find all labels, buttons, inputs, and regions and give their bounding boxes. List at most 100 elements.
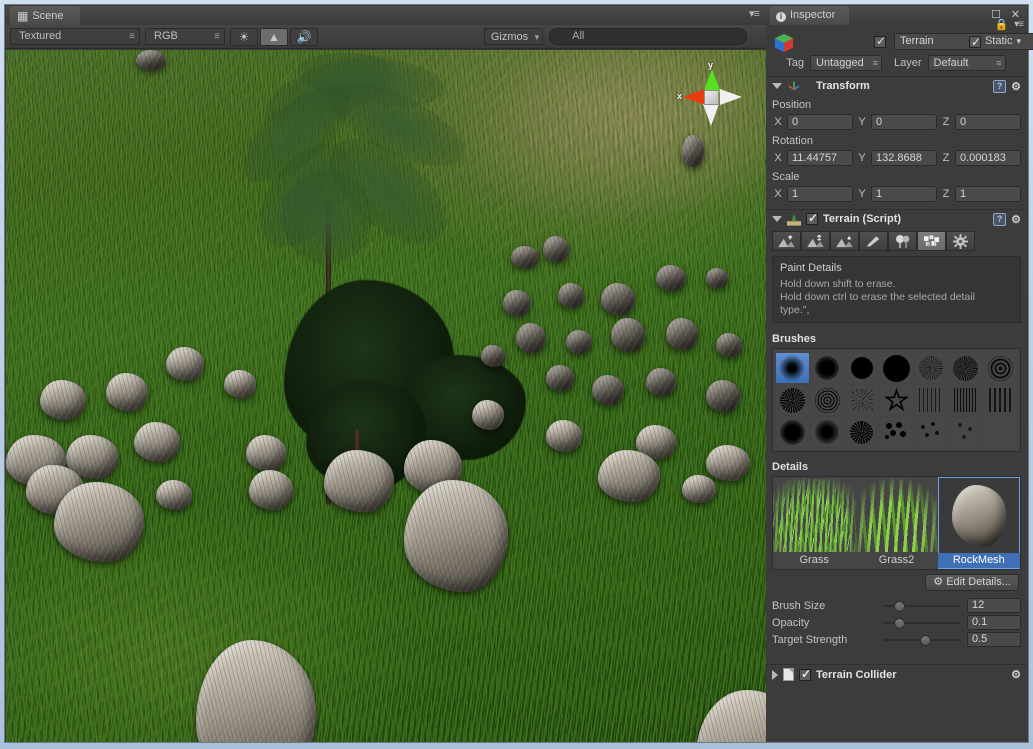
brush-size-input[interactable]: 12 [967, 598, 1021, 613]
terrain-script-enabled-checkbox[interactable] [806, 211, 818, 225]
opacity-slider[interactable] [883, 616, 961, 630]
brush-swatch[interactable] [845, 417, 879, 447]
paint-details-hint-1: Hold down shift to erase. [780, 278, 896, 290]
scene-search-input[interactable]: All [549, 28, 747, 45]
terrain-rock [224, 370, 256, 398]
brush-swatch[interactable] [984, 385, 1017, 415]
tab-inspector[interactable]: i Inspector [770, 6, 850, 25]
brush-swatch[interactable] [776, 385, 809, 415]
object-enabled-checkbox[interactable] [874, 34, 886, 48]
layer-dropdown[interactable]: Default [927, 55, 1006, 71]
scene-lighting-toggle[interactable]: ☀ [230, 27, 258, 46]
terrain-rock [601, 283, 635, 315]
tool-smooth-height[interactable] [830, 231, 859, 251]
target-strength-input[interactable]: 0.5 [967, 632, 1021, 647]
brush-swatch[interactable] [914, 385, 948, 415]
target-strength-slider[interactable] [883, 633, 961, 647]
brush-swatch[interactable] [845, 353, 879, 383]
detail-item-rockmesh[interactable]: RockMesh [937, 477, 1020, 569]
brush-swatch[interactable] [776, 353, 809, 383]
static-toggle[interactable]: Static ▾ [968, 33, 1021, 51]
brush-swatch[interactable] [880, 417, 913, 447]
gear-icon[interactable]: ⚙ [1011, 668, 1021, 681]
tab-scene[interactable]: ▦ Scene [10, 6, 80, 25]
gizmos-dropdown[interactable]: Gizmos [483, 28, 544, 45]
chevron-down-icon[interactable]: ▾ [1016, 33, 1021, 50]
brush-swatch[interactable]: ★ [880, 385, 913, 415]
scene-orientation-gizmo[interactable]: y x [675, 60, 745, 132]
scene-viewport[interactable]: y x [6, 50, 769, 742]
brush-swatch[interactable] [810, 353, 844, 383]
tool-raise-lower-terrain[interactable] [772, 231, 801, 251]
tool-set-height[interactable] [801, 231, 830, 251]
brush-swatch[interactable] [914, 417, 948, 447]
target-strength-row: Target Strength 0.5 [766, 631, 1027, 648]
help-icon[interactable]: ? [993, 212, 1007, 226]
gear-icon[interactable]: ⚙ [1011, 80, 1021, 93]
position-x-input[interactable]: 0 [787, 114, 853, 130]
detail-item-grass[interactable]: Grass [773, 477, 856, 569]
draw-mode-dropdown[interactable]: Textured [10, 28, 140, 45]
foldout-icon[interactable] [772, 216, 782, 222]
unity-editor-window: ▦Scene ▾≡ Textured RGB ☀ ▲ 🔊 Gizmos All [0, 0, 1033, 749]
target-strength-label: Target Strength [772, 633, 848, 646]
gear-icon[interactable]: ⚙ [1011, 213, 1021, 226]
tool-paint-details[interactable] [917, 231, 946, 251]
gizmo-axis-x-cone[interactable] [683, 89, 705, 105]
brush-swatch [984, 417, 1017, 447]
scene-audio-toggle[interactable]: 🔊 [290, 27, 318, 46]
tab-inspector-label: Inspector [790, 9, 836, 21]
tool-place-trees[interactable] [888, 231, 917, 251]
position-z-input[interactable]: 0 [955, 114, 1021, 130]
tag-dropdown[interactable]: Untagged [810, 55, 882, 71]
static-checkbox[interactable] [968, 34, 981, 51]
terrain-script-header[interactable]: Terrain (Script) ? ⚙ [766, 209, 1027, 228]
transform-header[interactable]: Transform ? ⚙ [766, 76, 1027, 95]
brush-swatch[interactable] [914, 353, 948, 383]
brush-swatch[interactable] [880, 353, 913, 383]
terrain-collider-enabled-checkbox[interactable] [799, 667, 811, 681]
terrain-tool-row [772, 231, 1025, 251]
render-mode-dropdown[interactable]: RGB [145, 28, 225, 45]
tool-terrain-settings[interactable] [946, 231, 975, 251]
scale-x-input[interactable]: 1 [787, 186, 853, 202]
brush-swatch[interactable] [984, 353, 1017, 383]
tool-paint-texture[interactable] [859, 231, 888, 251]
scene-panel-menu-icon[interactable]: ▾≡ [749, 9, 765, 21]
rotation-y-input[interactable]: 132.8688 [871, 150, 937, 166]
tab-scene-label: Scene [32, 10, 64, 22]
scene-fx-toggle[interactable]: ▲ [260, 27, 288, 46]
transform-fields: Position X 0 Y 0 Z 0 Rotation X 11.44757… [766, 95, 1027, 209]
terrain-rock [106, 373, 148, 411]
brush-swatch[interactable] [949, 353, 983, 383]
position-y-input[interactable]: 0 [871, 114, 937, 130]
brush-swatch[interactable] [845, 385, 879, 415]
gizmo-axis-negx-cone[interactable] [720, 89, 742, 105]
collider-document-icon [783, 668, 794, 681]
detail-item-grass2[interactable]: Grass2 [855, 477, 938, 569]
foldout-icon[interactable] [772, 669, 778, 680]
help-icon[interactable]: ? [993, 79, 1007, 93]
gizmo-center-cube[interactable] [704, 90, 719, 105]
rotation-z-input[interactable]: 0.000183 [955, 150, 1021, 166]
brush-swatch[interactable] [810, 417, 844, 447]
brush-size-slider[interactable] [883, 599, 961, 613]
brush-swatch[interactable] [949, 385, 983, 415]
terrain-rock [682, 475, 716, 503]
axis-x-label: X [774, 116, 782, 128]
gizmo-axis-negy-cone[interactable] [703, 104, 719, 126]
scale-z-input[interactable]: 1 [955, 186, 1021, 202]
brush-swatch[interactable] [810, 385, 844, 415]
opacity-input[interactable]: 0.1 [967, 615, 1021, 630]
rotation-x-input[interactable]: 11.44757 [787, 150, 853, 166]
brush-swatch[interactable] [776, 417, 809, 447]
edit-details-button[interactable]: ⚙ Edit Details... [925, 574, 1019, 591]
terrain-rock [472, 400, 504, 430]
axis-x-label: X [774, 188, 782, 200]
axis-x-label: X [774, 152, 782, 164]
terrain-collider-header[interactable]: Terrain Collider ⚙ [766, 664, 1027, 684]
brush-swatch[interactable] [949, 417, 983, 447]
scale-y-input[interactable]: 1 [871, 186, 937, 202]
foldout-icon[interactable] [772, 83, 782, 89]
terrain-rock [404, 480, 508, 592]
